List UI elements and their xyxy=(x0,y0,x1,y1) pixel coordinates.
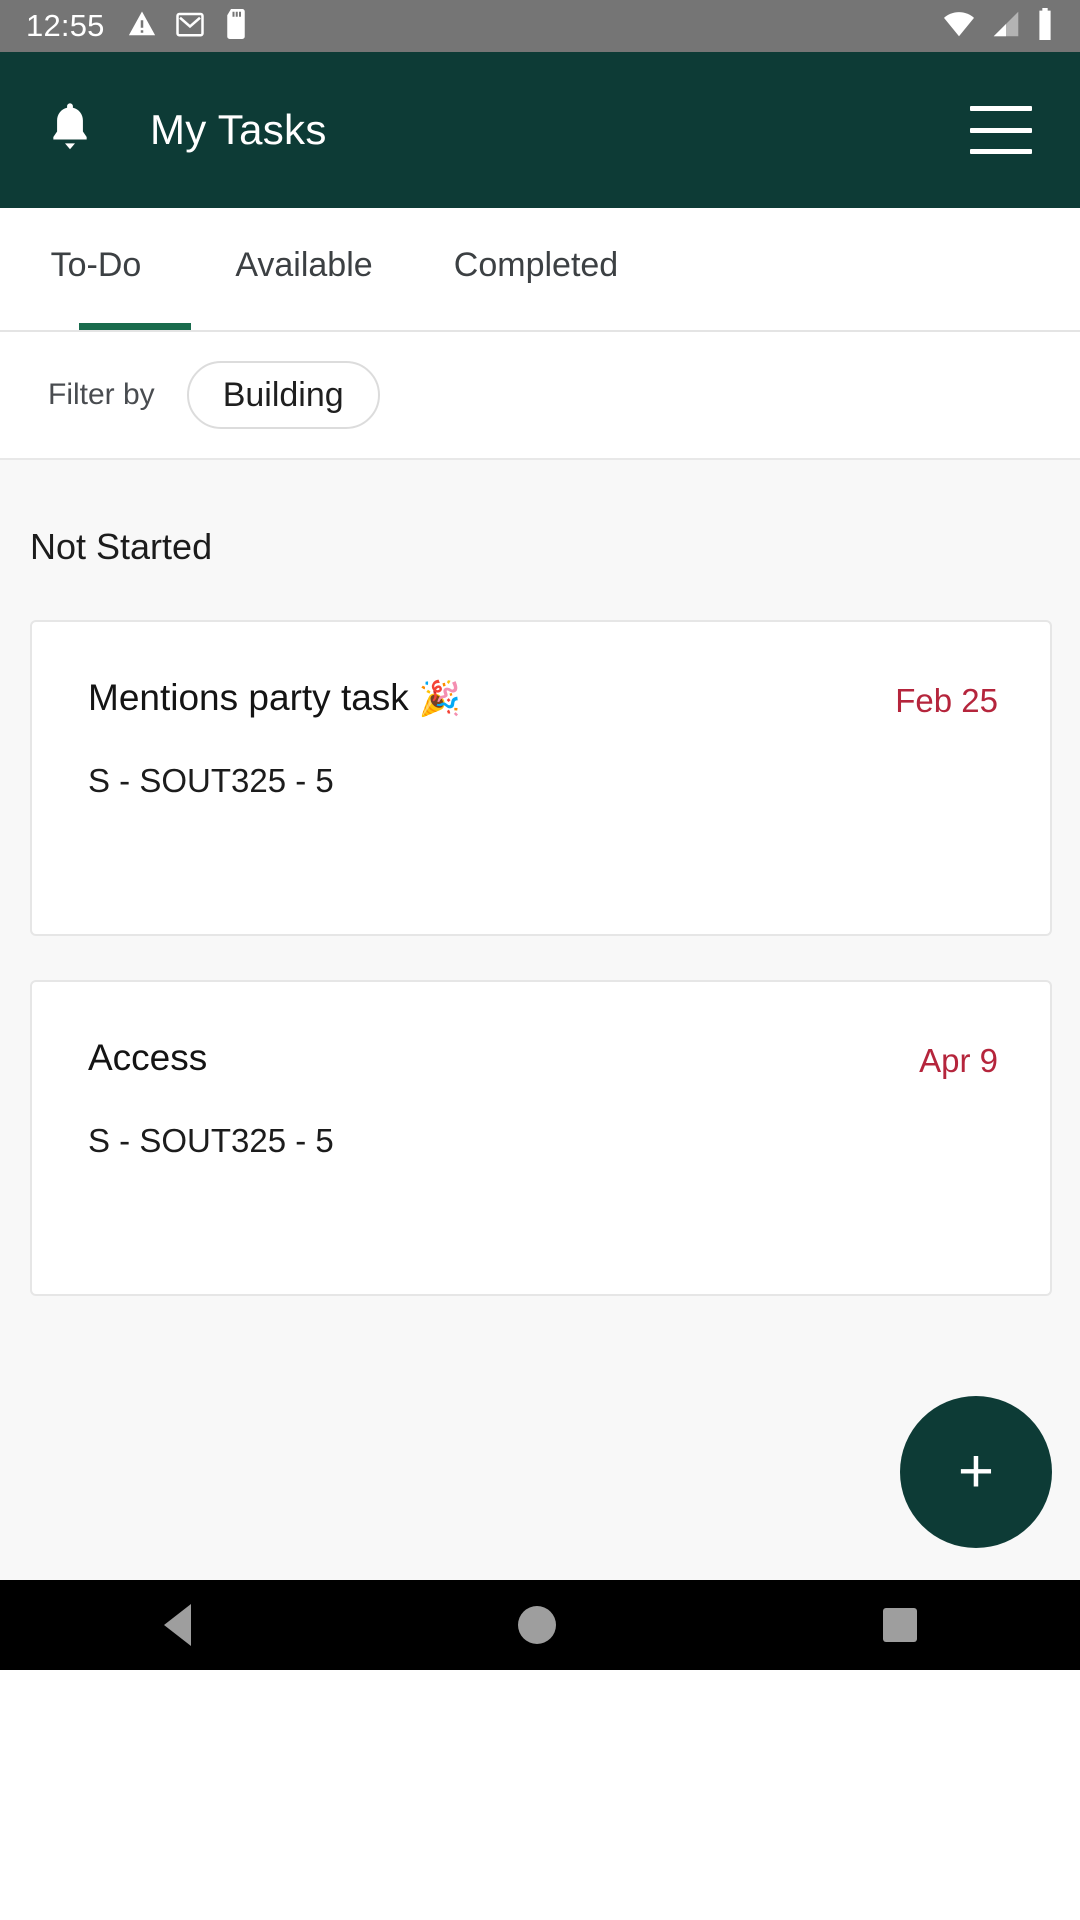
add-task-fab[interactable]: + xyxy=(900,1396,1052,1548)
task-card-subtitle: S - SOUT325 - 5 xyxy=(88,762,334,799)
task-card-title-wrap: Mentions party task 🎉 xyxy=(88,677,895,719)
active-tab-indicator xyxy=(79,323,191,330)
task-card[interactable]: Access Apr 9 S - SOUT325 - 5 xyxy=(30,980,1052,1296)
recents-square-icon[interactable] xyxy=(882,1608,917,1642)
task-card-title-wrap: Access xyxy=(88,1037,919,1079)
status-bar-notification-icons xyxy=(127,8,249,44)
task-card-due-date: Apr 9 xyxy=(919,1042,998,1079)
tab-to-do[interactable]: To-Do xyxy=(0,206,192,330)
section-header-not-started: Not Started xyxy=(30,526,213,567)
app-bar: My Tasks xyxy=(0,52,1080,208)
status-bar: 12:55 xyxy=(0,0,1080,52)
tab-bar: To-Do Available Completed xyxy=(0,208,1080,332)
tab-available[interactable]: Available xyxy=(192,206,416,330)
sd-card-icon xyxy=(223,8,249,44)
plus-icon: + xyxy=(957,1437,995,1506)
filter-by-label: Filter by xyxy=(48,378,155,411)
tab-completed[interactable]: Completed xyxy=(416,206,656,330)
party-popper-emoji-icon: 🎉 xyxy=(418,680,462,718)
notifications-button[interactable] xyxy=(32,92,108,168)
cellular-signal-icon xyxy=(990,9,1022,44)
task-card-title: Access xyxy=(88,1037,208,1078)
tab-completed-label: Completed xyxy=(453,245,619,284)
bell-icon xyxy=(45,100,95,161)
battery-icon xyxy=(1036,7,1054,45)
filter-bar: Filter by Building xyxy=(0,332,1080,460)
gmail-icon xyxy=(175,9,205,44)
task-card-subtitle: S - SOUT325 - 5 xyxy=(88,1122,334,1159)
warning-triangle-icon xyxy=(127,9,157,44)
hamburger-menu-icon[interactable] xyxy=(970,106,1032,154)
page-title: My Tasks xyxy=(150,106,327,153)
status-bar-system-icons xyxy=(942,7,1054,45)
task-card-due-date: Feb 25 xyxy=(895,682,998,719)
back-triangle-icon[interactable] xyxy=(163,1604,191,1646)
status-bar-clock: 12:55 xyxy=(26,8,105,43)
tab-to-do-label: To-Do xyxy=(50,245,142,284)
task-list-content: Not Started Mentions party task 🎉 Feb 25 … xyxy=(0,460,1080,1580)
home-circle-icon[interactable] xyxy=(517,1606,556,1644)
task-card-title: Mentions party task xyxy=(88,677,409,718)
android-navigation-bar xyxy=(0,1580,1080,1670)
tab-available-label: Available xyxy=(235,245,373,284)
task-card[interactable]: Mentions party task 🎉 Feb 25 S - SOUT325 … xyxy=(30,620,1052,936)
wifi-icon xyxy=(942,9,976,44)
filter-chip-building[interactable]: Building xyxy=(186,361,380,429)
filter-chip-label: Building xyxy=(222,375,344,414)
